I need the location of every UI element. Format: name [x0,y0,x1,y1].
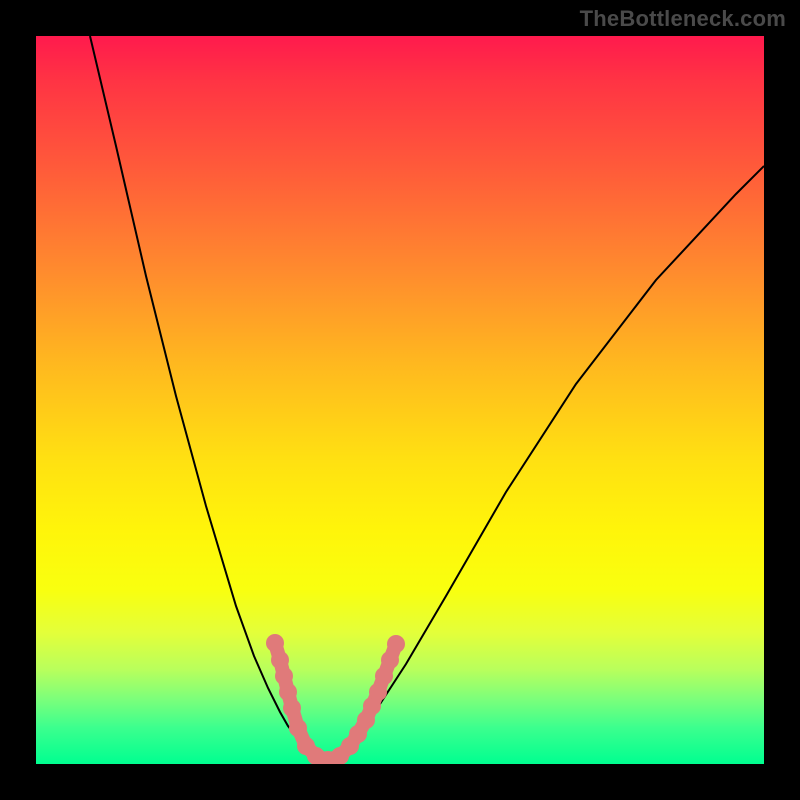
left-curve [90,36,326,762]
chart-frame: TheBottleneck.com [0,0,800,800]
marker-dot [279,683,297,701]
marker-dot [289,719,307,737]
marker-dot [275,667,293,685]
marker-dot [387,635,405,653]
marker-dot [271,651,289,669]
plot-area [36,36,764,764]
curves-svg [36,36,764,764]
marker-dot [381,651,399,669]
watermark-text: TheBottleneck.com [580,6,786,32]
marker-dot [369,683,387,701]
marker-dot [266,634,284,652]
marker-dot [375,667,393,685]
marker-dot [283,699,301,717]
